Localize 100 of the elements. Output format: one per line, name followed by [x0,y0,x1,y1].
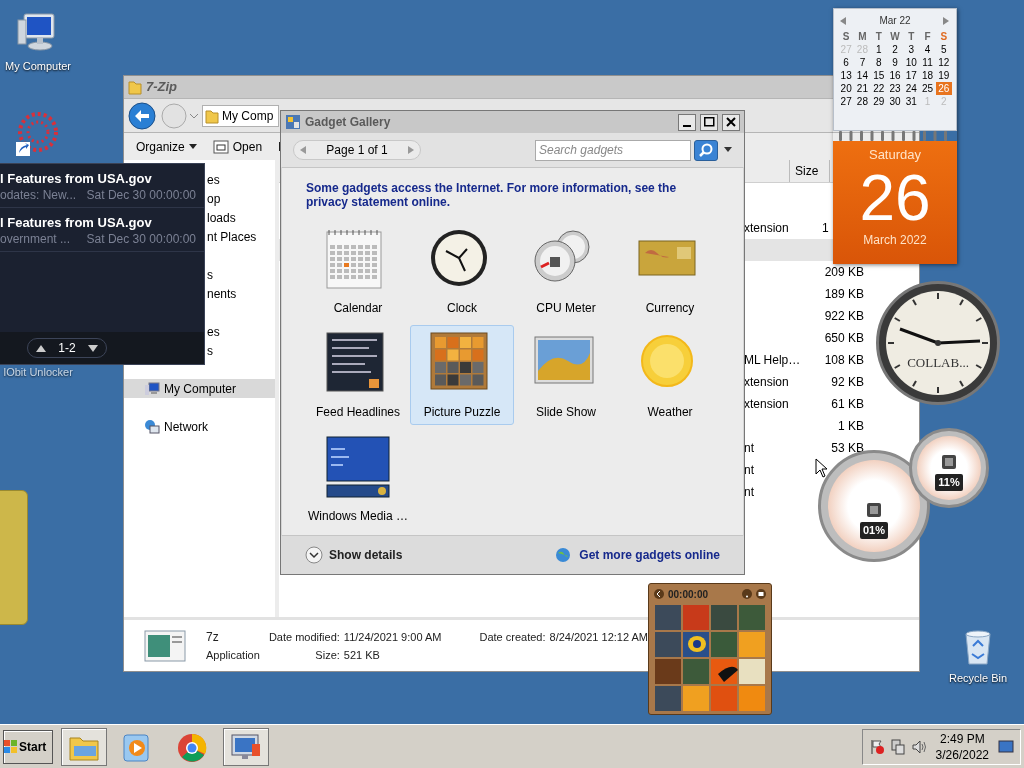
percent-reading: 11% [935,474,963,491]
calendar-day[interactable]: 25 [919,82,936,95]
calendar-day[interactable]: 8 [870,56,887,69]
gadget-tile[interactable]: Calendar [306,221,410,321]
gadgets-link[interactable]: Get more gadgets online [579,546,720,564]
next-icon[interactable] [406,145,416,155]
feed-date: Sat Dec 30 00:00:00 [86,231,196,247]
gadget-tile[interactable]: Currency [618,221,722,321]
show-details-button[interactable]: Show details [305,546,403,564]
network-icon [144,418,160,435]
calendar-day[interactable]: 11 [919,56,936,69]
previous-icon[interactable] [840,16,847,25]
calendar-day[interactable]: 24 [903,82,920,95]
calendar-day[interactable]: 4 [919,43,936,56]
application-icon [144,629,186,662]
calendar-day[interactable]: 18 [919,69,936,82]
gadget-tile[interactable]: CPU Meter [514,221,618,321]
nav-item[interactable]: es [207,322,220,341]
calendar-day[interactable]: 15 [870,69,887,82]
calendar-day[interactable]: 31 [903,95,920,108]
field-value: 8/24/2021 12:12 AM [549,629,648,644]
nav-item[interactable]: Network [124,417,275,436]
headline: l Features from USA.gov [0,171,153,187]
percent-reading: 01% [860,522,888,539]
window-title: Gadget Gallery [305,114,392,131]
calendar-day[interactable]: 20 [838,82,855,95]
previous-icon[interactable] [298,145,308,155]
nav-item[interactable]: loads [207,208,236,227]
calendar-day[interactable]: 28 [854,95,871,108]
calendar-day[interactable]: 23 [886,82,904,95]
address-bar[interactable]: My Comp [202,104,279,127]
flag-icon [868,738,885,755]
weekday: W [889,30,901,43]
calendar-day[interactable]: 17 [903,69,920,82]
caret-icon [188,144,197,149]
calendar-day[interactable]: 6 [838,56,855,69]
computer-icon [144,380,160,397]
nav-item[interactable]: nt Places [207,227,257,246]
nav-item[interactable]: es [207,170,220,189]
taskbar-button[interactable] [223,727,269,766]
search-field[interactable]: Search gadgets [535,139,691,161]
toolbar-button[interactable]: I [278,137,282,156]
calendar-day[interactable]: 2 [886,43,904,56]
calendar-day[interactable]: 1 [870,43,887,56]
maximize-button[interactable] [700,113,718,131]
column-header[interactable]: Size [790,160,830,182]
start-button[interactable]: Start [3,729,53,764]
icon-label: IObit Unlocker [3,366,73,380]
picture-icon [756,589,766,599]
nav-item[interactable]: op [207,189,221,208]
gadget-tile[interactable]: Weather [618,325,722,425]
feed-item[interactable]: l Features from USA.gov overnment ... Sat Dec 30 00:00:00 [0,208,204,252]
down-arrow-icon[interactable] [88,344,98,352]
calendar-day[interactable]: 10 [903,56,920,69]
minimize-button[interactable] [678,113,696,131]
weekday-name: Saturday [868,146,921,164]
calendar-day[interactable]: 21 [854,82,871,95]
calendar-day[interactable]: 12 [935,56,952,69]
calendar-day[interactable]: 14 [854,69,871,82]
up-arrow-icon[interactable] [36,344,46,352]
table-cell: 61 KB [831,397,864,411]
summary: odates: New... [0,187,77,203]
calendar-day[interactable]: 22 [870,82,887,95]
calendar-day[interactable]: 27 [838,95,855,108]
calendar-day[interactable]: 29 [870,95,887,108]
gadget-tile[interactable]: Slide Show [514,325,618,425]
organize-button[interactable]: Organize [136,137,197,156]
calendar-day[interactable]: 30 [886,95,904,108]
calendar-day[interactable]: 9 [886,56,904,69]
nav-item[interactable]: s [207,265,213,284]
close-icon [726,117,736,127]
folder-icon [205,107,219,124]
close-button[interactable] [722,113,740,131]
cursor-icon [815,458,827,478]
taskbar-button[interactable] [61,727,107,766]
gadget-tile[interactable]: Picture Puzzle [410,325,514,425]
chip-icon [865,501,883,520]
open-button[interactable]: Open [212,137,263,156]
calendar-day[interactable]: 7 [854,56,871,69]
gadget-tile[interactable]: Windows Media … [306,429,410,529]
table-cell: 650 KB [824,331,864,345]
calendar-day[interactable]: 3 [903,43,920,56]
calendar-day[interactable]: 19 [935,69,952,82]
gadget-tile[interactable]: Clock [410,221,514,321]
chevron-down-icon [305,546,323,564]
gadget-tile[interactable]: Feed Headlines [306,325,410,425]
page-indicator: Page 1 of 1 [326,142,388,159]
nav-item[interactable]: nents [207,284,237,303]
search-button[interactable] [694,139,718,161]
calendar-day[interactable]: 13 [838,69,855,82]
icon-label: Recycle Bin [948,672,1008,686]
file-type: Application [206,647,260,662]
nav-item[interactable]: My Computer [124,379,275,398]
feed-item[interactable]: l Features from USA.gov odates: New... Sat Dec 30 00:00:00 [0,164,204,208]
calendar-day[interactable]: 5 [935,43,952,56]
next-icon[interactable] [943,16,950,25]
summary: overnment ... [0,231,71,247]
calendar-day[interactable]: 16 [886,69,904,82]
nav-item[interactable]: s [207,341,213,360]
table-cell: xtension [744,375,789,389]
